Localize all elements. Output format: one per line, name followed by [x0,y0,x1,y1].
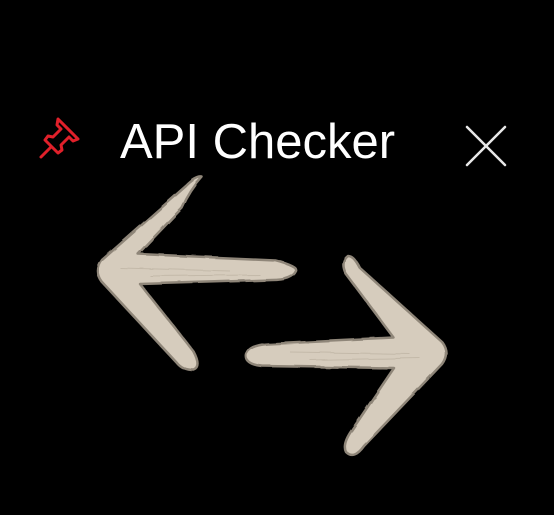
swap-arrows-logo [90,172,460,462]
app-title: API Checker [120,115,396,169]
close-icon [465,125,507,167]
pushpin-icon [39,117,80,159]
close-button[interactable] [462,122,510,170]
pin-button[interactable] [34,112,86,164]
swap-arrows-icon [96,175,448,457]
